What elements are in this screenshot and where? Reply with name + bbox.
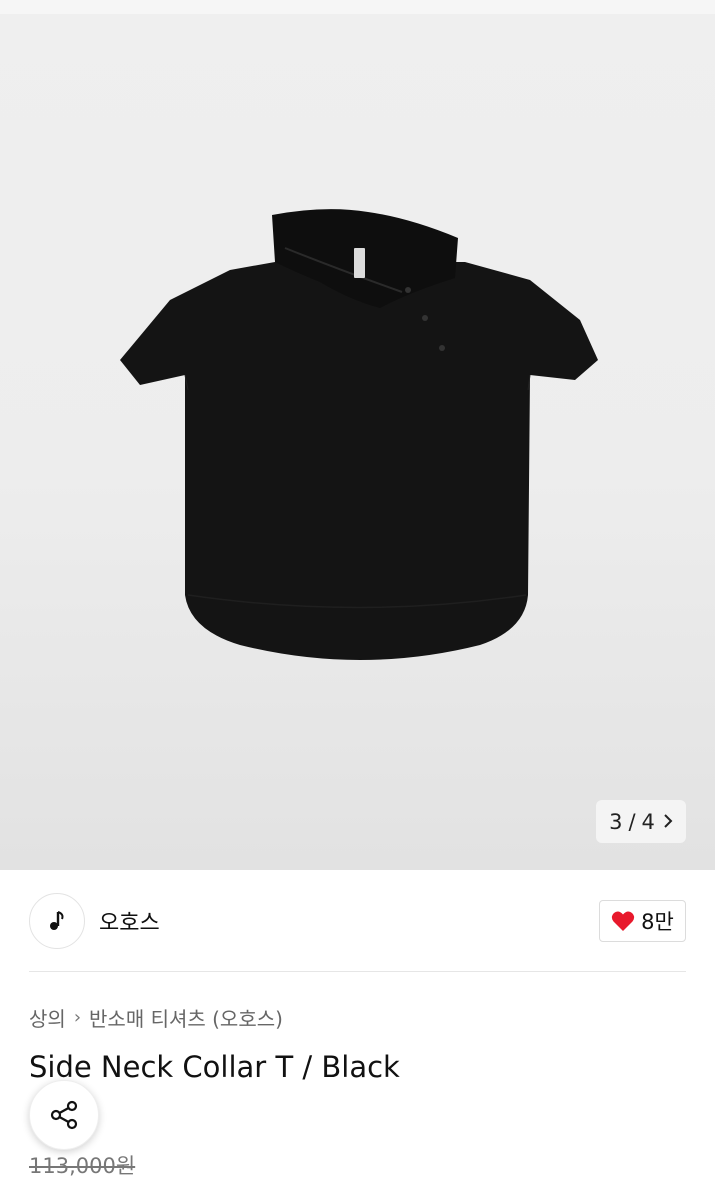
product-image-gallery[interactable]: 3 / 4 — [0, 0, 715, 870]
product-image[interactable] — [110, 200, 610, 680]
image-page-counter[interactable]: 3 / 4 — [596, 800, 686, 843]
heart-icon — [612, 911, 635, 931]
brand-name[interactable]: 오호스 — [99, 905, 160, 937]
breadcrumb: 상의 › 반소매 티셔츠 (오호스) — [29, 1003, 283, 1032]
total-pages: 4 — [641, 809, 655, 834]
page-separator: / — [628, 809, 636, 834]
brand-logo[interactable] — [29, 893, 85, 949]
share-button[interactable] — [29, 1080, 99, 1150]
chevron-right-icon[interactable] — [663, 810, 673, 834]
share-icon — [50, 1100, 78, 1130]
status-area — [0, 0, 715, 14]
like-button[interactable]: 8만 — [599, 900, 686, 942]
product-title: Side Neck Collar T / Black — [29, 1050, 400, 1084]
current-page: 3 — [609, 809, 623, 834]
like-count: 8만 — [641, 910, 674, 934]
brand-row: 오호스 8만 — [0, 870, 715, 972]
chevron-right-icon: › — [73, 1007, 82, 1028]
divider — [29, 971, 686, 972]
breadcrumb-item-category[interactable]: 상의 — [29, 1003, 66, 1032]
note-logo-icon — [50, 911, 64, 930]
original-price: 113,000원 — [29, 1154, 136, 1178]
breadcrumb-item-subcategory[interactable]: 반소매 티셔츠 (오호스) — [89, 1003, 283, 1032]
